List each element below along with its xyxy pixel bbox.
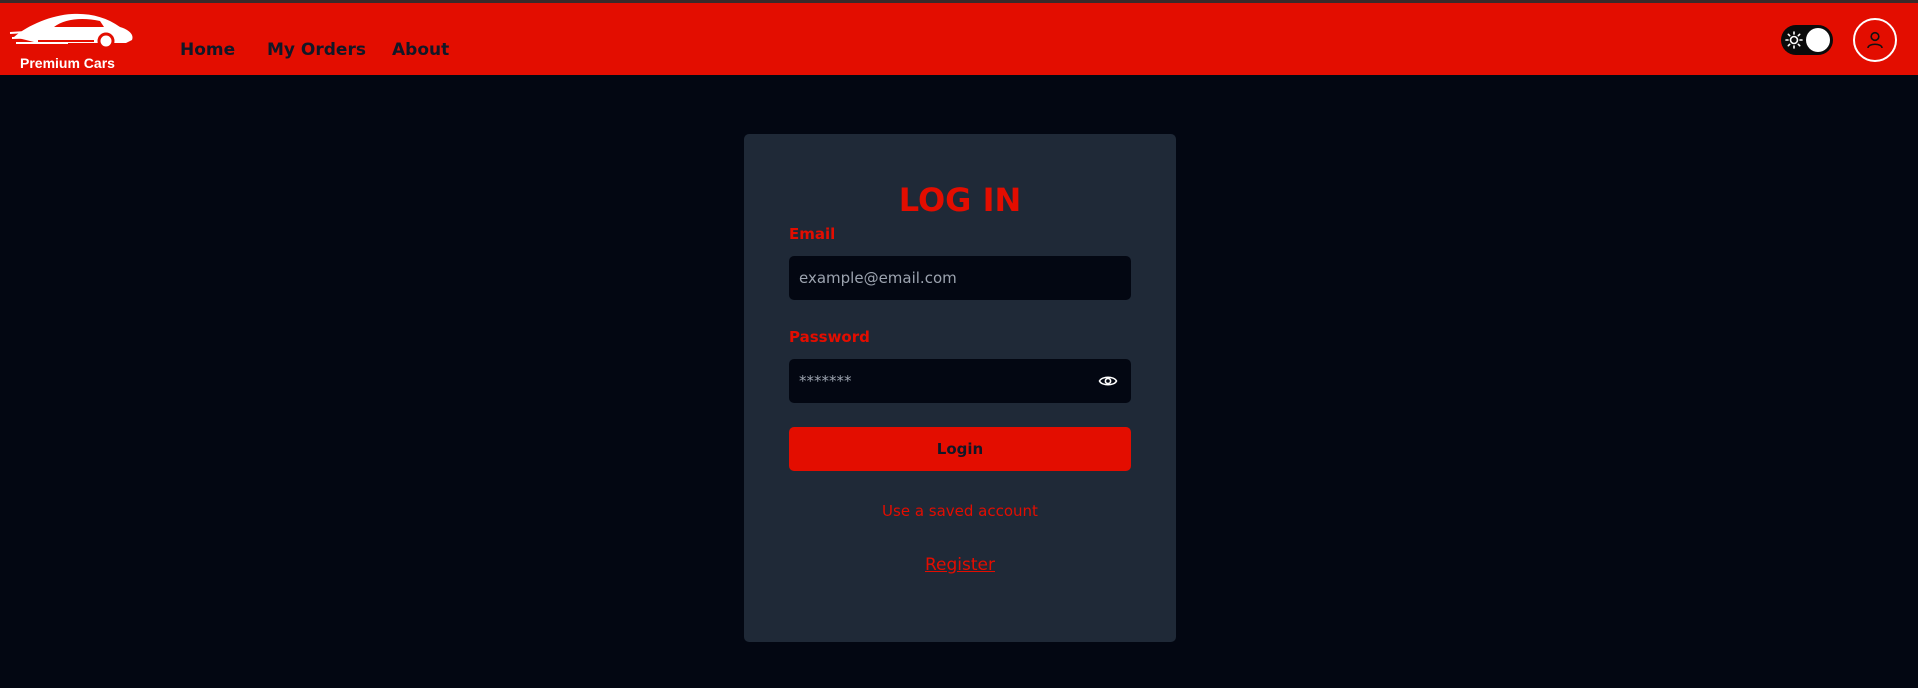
register-link[interactable]: Register	[925, 555, 995, 575]
password-field[interactable]	[789, 359, 1131, 403]
car-logo-icon	[9, 13, 133, 50]
theme-toggle[interactable]	[1781, 25, 1833, 55]
login-title: LOG IN	[898, 181, 1022, 219]
nav-home-link[interactable]: Home	[180, 40, 235, 60]
email-label: Email	[789, 225, 836, 243]
brand-logo[interactable]: Premium Cars	[8, 7, 134, 73]
register-link-row: Register	[744, 555, 1176, 575]
eye-icon[interactable]	[1098, 371, 1118, 391]
email-field[interactable]	[789, 256, 1131, 300]
nav-about-link[interactable]: About	[392, 40, 449, 60]
toggle-knob	[1806, 28, 1830, 52]
user-icon	[1867, 31, 1883, 49]
brand-name: Premium Cars	[20, 55, 115, 71]
login-button[interactable]: Login	[789, 427, 1131, 471]
use-saved-account-link[interactable]: Use a saved account	[744, 502, 1176, 520]
password-label: Password	[789, 328, 870, 346]
nav-my-orders-link[interactable]: My Orders	[267, 40, 366, 60]
navbar: Premium Cars Home My Orders About	[0, 3, 1918, 75]
login-card: LOG IN Email Password Login Use a saved …	[744, 134, 1176, 642]
sun-icon	[1785, 31, 1803, 49]
profile-button[interactable]	[1853, 18, 1897, 62]
